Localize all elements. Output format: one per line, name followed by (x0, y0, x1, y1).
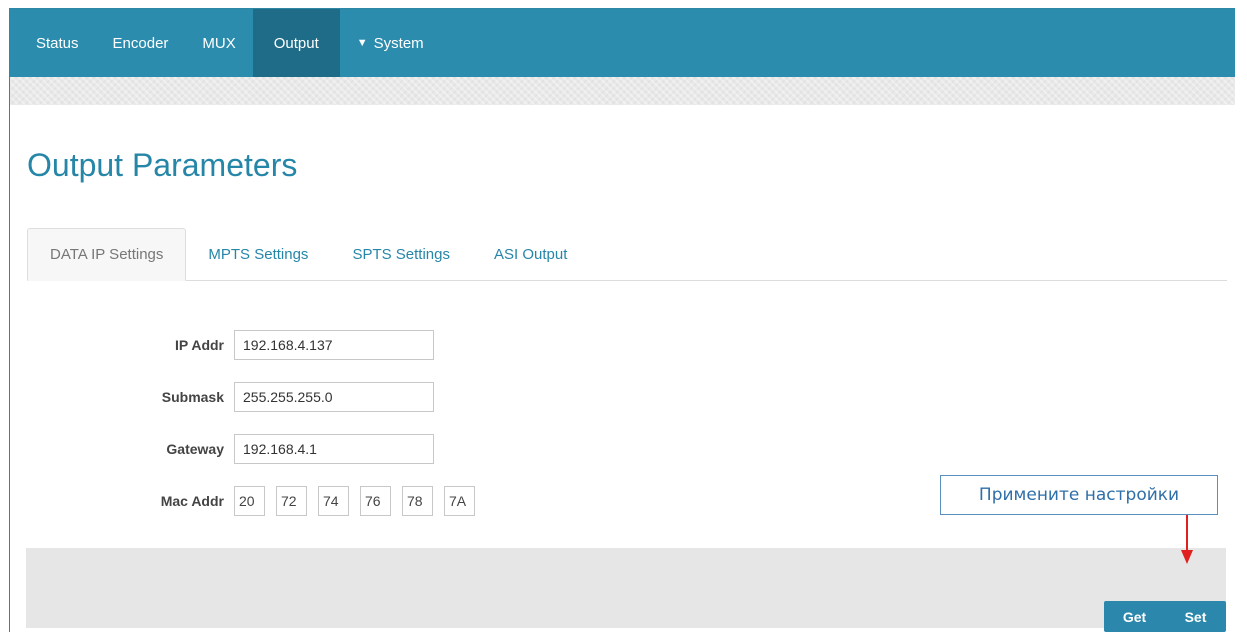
get-button[interactable]: Get (1104, 601, 1165, 632)
ip-addr-label: IP Addr (174, 337, 224, 353)
gateway-label: Gateway (166, 441, 224, 457)
nav-item-system-label: System (373, 34, 424, 52)
tab-bar: DATA IP Settings MPTS Settings SPTS Sett… (27, 228, 1227, 281)
tab-spts-settings[interactable]: SPTS Settings (330, 228, 472, 280)
callout-arrow-down-icon (1181, 550, 1193, 564)
tab-data-ip-settings[interactable]: DATA IP Settings (27, 228, 187, 281)
submask-row: Submask (22, 382, 434, 412)
get-set-button-group: Get Set (1104, 601, 1226, 632)
nav-item-system[interactable]: ▼ System (340, 9, 441, 77)
app-window: Status Encoder MUX Output ▼ System (9, 8, 1235, 632)
set-button[interactable]: Set (1165, 601, 1226, 632)
caret-down-icon: ▼ (356, 37, 368, 49)
top-navbar: Status Encoder MUX Output ▼ System (10, 9, 1235, 77)
mac-octet-3-input[interactable] (318, 486, 349, 516)
mac-octet-5-input[interactable] (402, 486, 433, 516)
mac-octet-4-input[interactable] (360, 486, 391, 516)
callout-arrow-shaft (1186, 515, 1188, 552)
ip-addr-row: IP Addr (22, 330, 434, 360)
submask-label: Submask (161, 389, 224, 405)
apply-settings-callout: Примените настройки (940, 475, 1218, 515)
gateway-row: Gateway (22, 434, 434, 464)
tab-asi-output[interactable]: ASI Output (472, 228, 589, 280)
nav-item-encoder[interactable]: Encoder (96, 9, 186, 77)
gateway-input[interactable] (234, 434, 434, 464)
nav-item-mux[interactable]: MUX (185, 9, 252, 77)
tab-mpts-settings[interactable]: MPTS Settings (186, 228, 330, 280)
ip-addr-input[interactable] (234, 330, 434, 360)
action-bar (26, 548, 1226, 628)
page-title: Output Parameters (27, 147, 298, 183)
mac-addr-row: Mac Addr (22, 486, 486, 516)
submask-input[interactable] (234, 382, 434, 412)
mac-octet-1-input[interactable] (234, 486, 265, 516)
mac-octet-2-input[interactable] (276, 486, 307, 516)
mac-addr-label: Mac Addr (160, 493, 224, 509)
textured-divider (10, 77, 1235, 105)
nav-item-output[interactable]: Output (252, 9, 340, 77)
mac-octet-6-input[interactable] (444, 486, 475, 516)
nav-item-status[interactable]: Status (10, 9, 96, 77)
